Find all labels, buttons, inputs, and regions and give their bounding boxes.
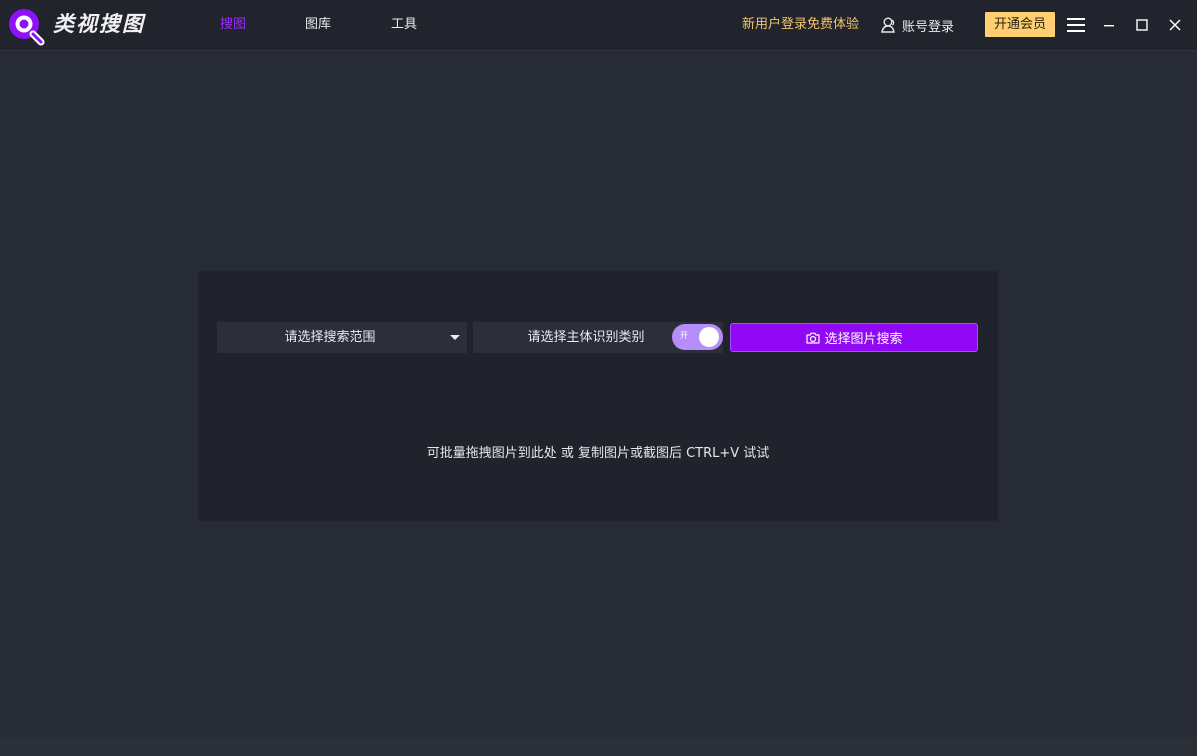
minimize-icon — [1104, 25, 1114, 27]
minimize-button[interactable] — [1097, 13, 1121, 37]
account-login-label: 账号登录 — [902, 19, 955, 35]
tab-tools[interactable]: 工具 — [391, 14, 417, 36]
tab-search[interactable]: 搜图 — [220, 14, 246, 36]
maximize-icon — [1136, 19, 1148, 31]
maximize-button[interactable] — [1130, 13, 1154, 37]
app-brand: 类视搜图 — [53, 11, 145, 36]
close-button[interactable] — [1163, 13, 1187, 37]
toggle-on-label: 开 — [680, 331, 688, 340]
title-bar: 类视搜图 搜图 图库 工具 新用户登录免费体验 账号登录 开通会员 — [0, 0, 1197, 51]
search-scope-value: 请选择搜索范围 — [284, 330, 376, 345]
close-icon — [1169, 19, 1181, 31]
menu-icon — [1067, 18, 1085, 32]
app-logo-icon — [9, 9, 45, 46]
free-trial-link[interactable]: 新用户登录免费体验 — [742, 14, 859, 36]
chevron-down-icon — [450, 335, 460, 340]
menu-button[interactable] — [1064, 13, 1088, 37]
search-scope-select[interactable]: 请选择搜索范围 — [217, 322, 467, 353]
recognition-toggle[interactable]: 开 — [672, 324, 723, 350]
account-login-button[interactable]: 账号登录 — [880, 13, 954, 37]
tab-library[interactable]: 图库 — [305, 14, 331, 36]
app-window: 类视搜图 搜图 图库 工具 新用户登录免费体验 账号登录 开通会员 请选择搜索范… — [0, 0, 1197, 756]
image-search-panel[interactable]: 请选择搜索范围 请选择主体识别类别 开 选择图片搜索 可批量拖拽图片到此处 或 … — [198, 271, 998, 521]
subject-category-value: 请选择主体识别类别 — [527, 330, 645, 345]
toggle-track: 开 — [672, 324, 723, 350]
drop-zone-hint: 可批量拖拽图片到此处 或 复制图片或截图后 CTRL+V 试试 — [426, 446, 770, 461]
user-icon — [881, 17, 895, 33]
status-strip — [0, 737, 1197, 756]
select-image-search-button[interactable]: 选择图片搜索 — [730, 323, 978, 352]
camera-icon — [806, 332, 821, 344]
select-image-search-label: 选择图片搜索 — [824, 332, 903, 347]
open-vip-button[interactable]: 开通会员 — [985, 12, 1055, 37]
toggle-knob — [699, 327, 719, 347]
